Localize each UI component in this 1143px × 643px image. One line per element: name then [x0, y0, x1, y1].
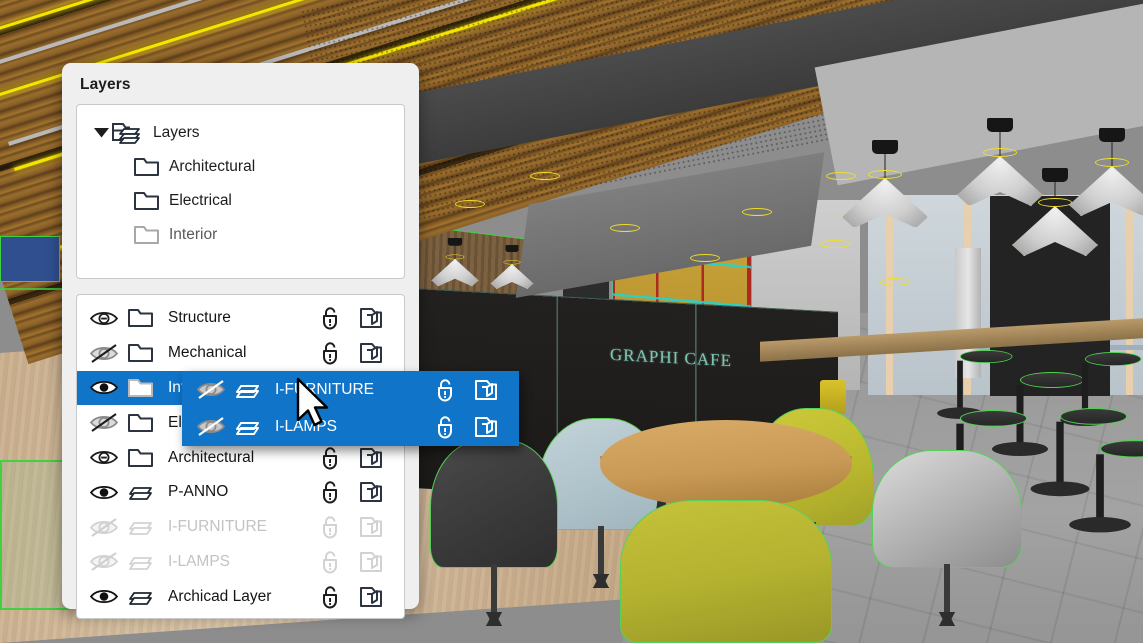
tree-item-electrical[interactable]: Electrical — [83, 184, 398, 218]
layer-name: I-FURNITURE — [168, 518, 310, 536]
solid-cube-icon[interactable] — [352, 306, 390, 330]
drag-ghost-row: I-LAMPS — [182, 408, 519, 445]
table-row[interactable]: Structure — [77, 301, 404, 336]
eye-partial-icon[interactable] — [89, 448, 127, 467]
unlocked-icon[interactable] — [310, 446, 352, 470]
eye-hidden-icon — [196, 379, 234, 400]
cad-green-frame — [0, 460, 70, 610]
eye-hidden-icon[interactable] — [89, 551, 127, 572]
tree-item-interior[interactable]: Interior — [83, 218, 398, 252]
table-row[interactable]: Archicad Layer — [77, 579, 404, 614]
tree-item-label: Layers — [153, 124, 200, 142]
table-row[interactable]: Mechanical — [77, 336, 404, 371]
folder-icon — [133, 155, 160, 179]
solid-cube-icon[interactable] — [352, 515, 390, 539]
chair-dark-left — [430, 440, 558, 568]
panel-title: Layers — [80, 76, 405, 94]
folder-icon — [133, 189, 160, 213]
table-row[interactable]: I-LAMPS — [77, 545, 404, 580]
layers-panel[interactable]: Layers — [62, 63, 419, 609]
layer-stack-icon — [127, 517, 165, 537]
folder-layers-icon — [111, 119, 144, 147]
solid-cube-icon — [467, 415, 505, 439]
layer-list[interactable]: Structure — [76, 294, 405, 619]
tree-item-label: Architectural — [169, 158, 255, 176]
eye-hidden-icon[interactable] — [89, 343, 127, 364]
eye-visible-icon[interactable] — [89, 587, 127, 606]
layer-name: I-LAMPS — [168, 553, 310, 571]
layer-stack-icon — [127, 587, 165, 607]
drag-ghost-row: I-FURNITURE — [182, 371, 519, 408]
folder-icon — [127, 307, 165, 329]
unlocked-icon[interactable] — [310, 306, 352, 330]
layer-name: Archicad Layer — [168, 588, 310, 606]
cad-blue-block — [0, 236, 60, 282]
layer-stack-icon — [127, 482, 165, 502]
unlocked-icon — [425, 415, 467, 439]
ceiling-downlight — [742, 208, 772, 216]
folder-icon — [127, 412, 165, 434]
ceiling-downlight — [455, 200, 485, 208]
solid-cube-icon[interactable] — [352, 341, 390, 365]
tree-item-layers-root[interactable]: Layers — [83, 116, 398, 150]
ceiling-downlight — [610, 224, 640, 232]
eye-hidden-icon[interactable] — [89, 412, 127, 433]
unlocked-icon[interactable] — [310, 341, 352, 365]
layer-name: Mechanical — [168, 344, 310, 362]
ceiling-downlight — [826, 172, 856, 180]
ceiling-downlight — [690, 254, 720, 262]
unlocked-icon[interactable] — [310, 585, 352, 609]
layer-name: Structure — [168, 309, 310, 327]
eye-partial-icon[interactable] — [89, 309, 127, 328]
ceiling-downlight — [820, 240, 850, 248]
solid-cube-icon[interactable] — [352, 585, 390, 609]
ceiling-downlight — [530, 172, 560, 180]
chair-olive-front — [620, 500, 832, 643]
drag-ghost-layer-name: I-FURNITURE — [275, 381, 425, 399]
folder-icon — [127, 377, 165, 399]
chair-grey-right — [872, 450, 1022, 568]
unlocked-icon[interactable] — [310, 515, 352, 539]
eye-hidden-icon[interactable] — [89, 517, 127, 538]
layer-name: Architectural — [168, 449, 310, 467]
folder-icon — [127, 447, 165, 469]
tree-item-label: Interior — [169, 226, 217, 244]
folder-icon — [133, 223, 160, 247]
layer-name: P-ANNO — [168, 483, 310, 501]
solid-cube-icon[interactable] — [352, 550, 390, 574]
solid-cube-icon — [467, 378, 505, 402]
cad-outline — [0, 288, 62, 290]
chevron-down-icon[interactable] — [91, 128, 111, 138]
tree-item-label: Electrical — [169, 192, 232, 210]
table-row[interactable]: P-ANNO — [77, 475, 404, 510]
eye-visible-icon[interactable] — [89, 483, 127, 502]
layer-folder-tree[interactable]: Layers Architectural Electrical — [76, 104, 405, 279]
layer-stack-icon — [234, 380, 272, 400]
drag-ghost-layers: I-FURNITURE — [182, 371, 519, 446]
screen: GRAPHI CAFE — [0, 0, 1143, 643]
tree-item-architectural[interactable]: Architectural — [83, 150, 398, 184]
unlocked-icon — [425, 378, 467, 402]
ceiling-downlight — [880, 278, 910, 286]
solid-cube-icon[interactable] — [352, 480, 390, 504]
unlocked-icon[interactable] — [310, 550, 352, 574]
table-row[interactable]: I-FURNITURE — [77, 510, 404, 545]
folder-icon — [127, 342, 165, 364]
layer-stack-icon — [234, 417, 272, 437]
solid-cube-icon[interactable] — [352, 446, 390, 470]
unlocked-icon[interactable] — [310, 480, 352, 504]
eye-visible-icon[interactable] — [89, 378, 127, 397]
drag-ghost-layer-name: I-LAMPS — [275, 418, 425, 436]
layer-stack-icon — [127, 552, 165, 572]
eye-hidden-icon — [196, 416, 234, 437]
